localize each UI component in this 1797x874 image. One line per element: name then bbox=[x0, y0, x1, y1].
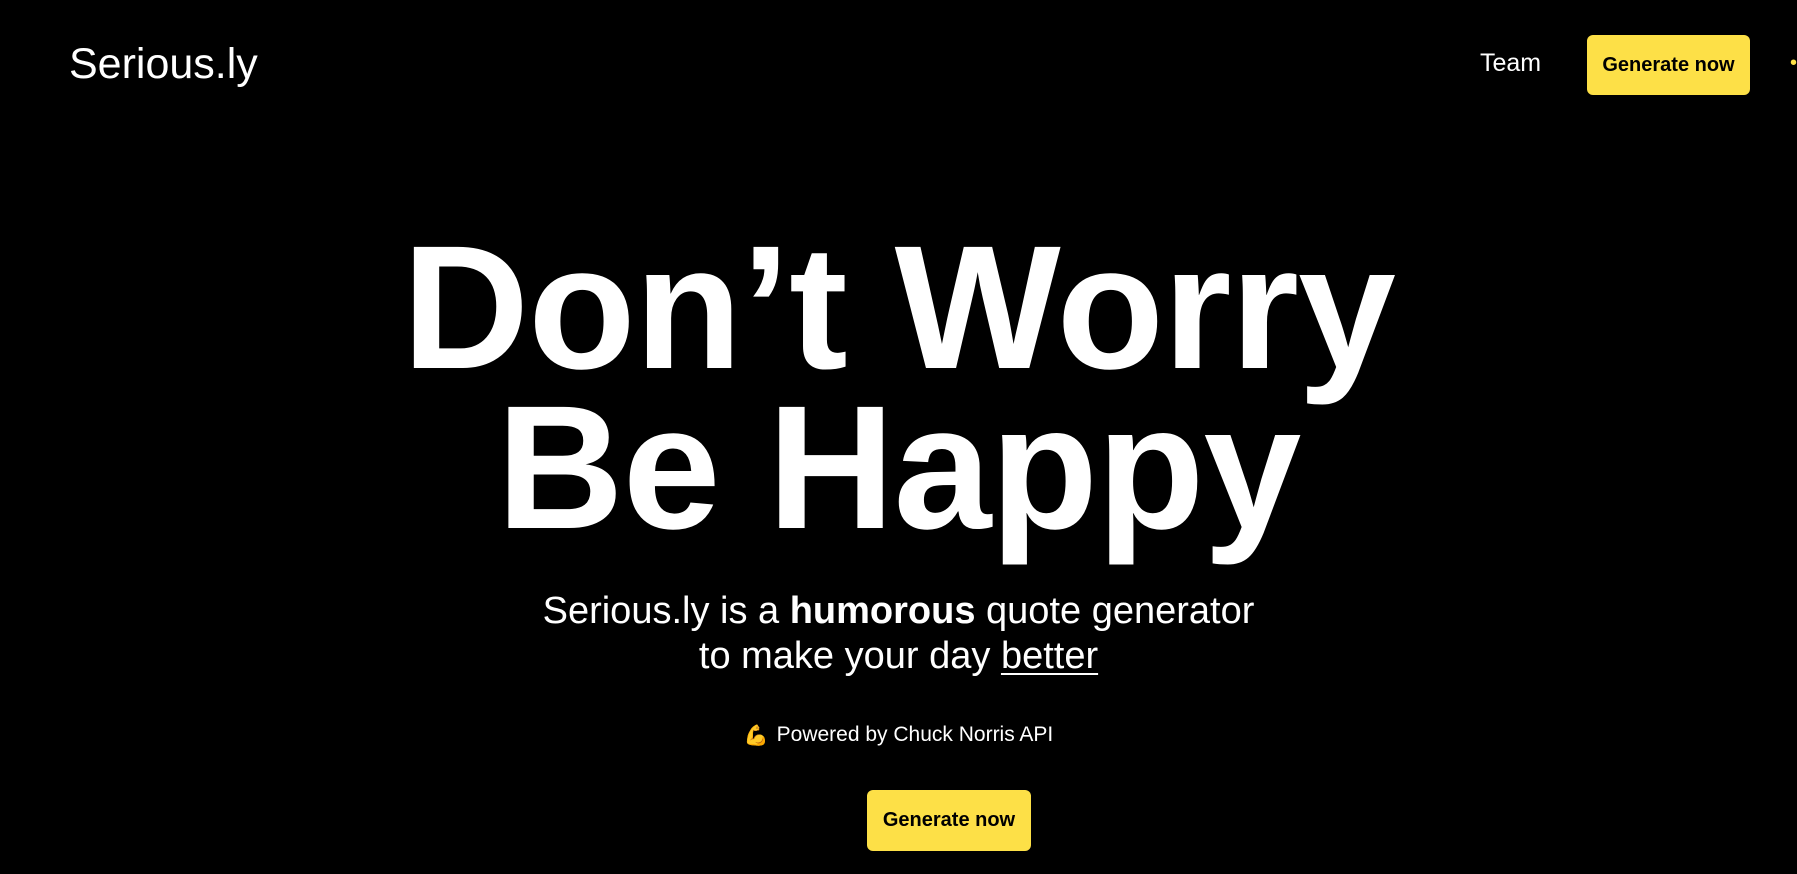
hero-subtitle-line-1: Serious.ly is a humorous quote generator bbox=[0, 589, 1797, 634]
hero-title-line-1: Don’t Worry bbox=[402, 210, 1396, 406]
header-generate-button[interactable]: Generate now bbox=[1587, 35, 1750, 95]
hero-generate-button[interactable]: Generate now bbox=[867, 790, 1031, 851]
powered-by-text: Powered by Chuck Norris API bbox=[776, 723, 1054, 746]
subtitle-underlined: better bbox=[1000, 635, 1099, 677]
subtitle-emphasis: humorous bbox=[789, 590, 976, 632]
landing-page: Serious.ly Team Generate now • Don’t Wor… bbox=[0, 0, 1797, 874]
site-logo[interactable]: Serious.ly bbox=[69, 37, 258, 91]
offscreen-nav-item[interactable]: • bbox=[1790, 52, 1797, 74]
hero-subtitle-line-2: to make your day better bbox=[0, 634, 1797, 679]
subtitle-text-2: quote generator bbox=[975, 590, 1255, 632]
subtitle-text-3: to make your day bbox=[698, 635, 1001, 677]
subtitle-text-1: Serious.ly is a bbox=[542, 590, 790, 632]
hero-title-line-2: Be Happy bbox=[496, 370, 1302, 566]
hero-subtitle: Serious.ly is a humorous quote generator… bbox=[0, 589, 1797, 679]
nav-link-team[interactable]: Team bbox=[1480, 47, 1541, 79]
powered-by-note: 💪 Powered by Chuck Norris API bbox=[0, 722, 1797, 749]
hero-title: Don’t Worry Be Happy bbox=[0, 210, 1797, 566]
flexed-biceps-icon: 💪 bbox=[743, 725, 769, 747]
